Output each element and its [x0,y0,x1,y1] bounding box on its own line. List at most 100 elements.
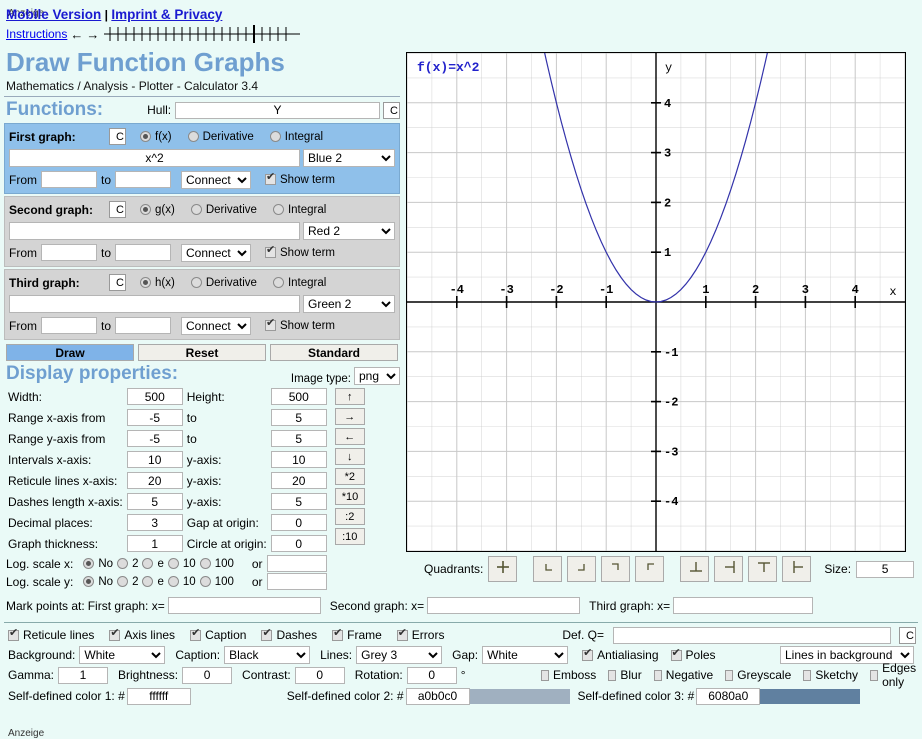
standard-button[interactable]: Standard [270,344,398,362]
log-y-radio-no[interactable] [83,576,95,588]
color3-input[interactable] [696,687,761,705]
range-x-to-input[interactable] [270,409,327,427]
defq-clear-button[interactable]: C [899,626,916,644]
log-y-radio-2[interactable] [117,576,129,588]
quadrant-all-button[interactable] [488,556,518,582]
third-graph-color-select[interactable]: Green 2 [303,295,395,314]
lines-color-select[interactable]: Grey 3 [356,646,443,664]
greyscale-checkbox[interactable] [725,669,734,681]
thickness-input[interactable] [126,535,183,553]
dashes-y-input[interactable] [270,493,327,511]
first-graph-from-input[interactable] [41,171,97,189]
quadrant-top-right-button[interactable] [601,556,631,582]
second-graph-connect-select[interactable]: Connect [181,243,252,262]
second-graph-show-term-checkbox[interactable] [265,245,277,259]
first-graph-show-term-checkbox[interactable] [265,172,277,186]
second-graph-radio-gx[interactable] [140,204,151,216]
third-graph-connect-select[interactable]: Connect [181,316,252,335]
third-graph-radio-integral[interactable] [272,277,284,289]
first-graph-clear-button[interactable]: C [109,128,126,146]
background-select[interactable]: White [79,646,166,664]
first-graph-connect-select[interactable]: Connect [181,170,252,189]
rotation-input[interactable] [406,666,457,684]
sketchy-checkbox[interactable] [803,669,812,681]
first-graph-to-input[interactable] [115,171,172,189]
zoom-times2-button[interactable]: *2 [334,468,365,486]
brightness-input[interactable] [182,666,233,684]
antialiasing-checkbox[interactable] [582,648,594,661]
pan-up-button[interactable]: ↑ [334,388,365,406]
third-graph-to-input[interactable] [115,317,172,335]
log-x-other-input[interactable] [266,555,327,573]
caption-color-select[interactable]: Black [224,646,311,664]
range-x-from-input[interactable] [126,409,183,427]
second-graph-expression-input[interactable] [9,222,300,241]
second-graph-clear-button[interactable]: C [109,201,126,219]
third-graph-expression-input[interactable] [9,295,300,314]
third-graph-radio-derivative[interactable] [190,277,202,289]
zoom-div10-button[interactable]: :10 [334,528,365,546]
gap-origin-input[interactable] [270,514,327,532]
axis-lines-checkbox[interactable] [109,628,121,641]
emboss-checkbox[interactable] [540,669,549,681]
pan-left-button[interactable]: ← [334,428,365,446]
graph-size-input[interactable] [856,560,915,578]
first-graph-expression-input[interactable] [9,149,300,168]
hull-clear-button[interactable]: C [383,101,400,119]
log-y-radio-e[interactable] [142,576,154,588]
reticule-x-input[interactable] [126,472,183,490]
width-input[interactable] [126,388,183,406]
reset-button[interactable]: Reset [138,344,266,362]
quadrant-lower-half-button[interactable] [748,556,778,582]
pan-down-button[interactable]: ↓ [334,448,365,466]
arrow-left-icon[interactable]: ← [70,28,83,41]
first-graph-color-select[interactable]: Blue 2 [303,149,395,168]
contrast-input[interactable] [294,666,345,684]
hull-input[interactable] [175,101,380,119]
first-graph-radio-derivative[interactable] [187,131,199,143]
negative-checkbox[interactable] [653,669,662,681]
log-x-radio-2[interactable] [117,558,129,570]
arrow-right-icon[interactable]: → [86,28,99,41]
first-graph-radio-integral[interactable] [269,131,281,143]
range-y-from-input[interactable] [126,430,183,448]
draw-button[interactable]: Draw [6,344,134,362]
second-graph-to-input[interactable] [115,244,172,262]
image-type-select[interactable]: png [354,367,400,386]
link-instructions[interactable]: Instructions [6,27,67,41]
height-input[interactable] [270,388,327,406]
poles-checkbox[interactable] [670,648,682,661]
quadrant-bottom-right-button[interactable] [567,556,597,582]
mark-second-input[interactable] [427,597,581,614]
second-graph-radio-integral[interactable] [272,204,284,216]
log-y-other-input[interactable] [266,573,327,591]
mark-third-input[interactable] [673,597,814,614]
edges-only-checkbox[interactable] [870,669,879,681]
gap-color-select[interactable]: White [482,646,569,664]
color1-input[interactable] [126,687,191,705]
second-graph-radio-derivative[interactable] [190,204,202,216]
intervals-x-input[interactable] [126,451,183,469]
link-mobile-version[interactable]: Mobile Version [6,7,101,22]
third-graph-radio-hx[interactable] [140,277,151,289]
third-graph-clear-button[interactable]: C [109,274,126,292]
quadrant-top-left-button[interactable] [635,556,665,582]
dashes-checkbox[interactable] [261,628,273,641]
defq-input[interactable] [613,626,891,644]
errors-checkbox[interactable] [396,628,408,641]
log-x-radio-10[interactable] [167,558,179,570]
first-graph-radio-fx[interactable] [140,131,151,143]
log-x-radio-100[interactable] [199,558,211,570]
log-y-radio-100[interactable] [199,576,211,588]
second-graph-color-select[interactable]: Red 2 [303,222,395,241]
scale-slider[interactable] [102,25,302,44]
color2-input[interactable] [405,687,470,705]
range-y-to-input[interactable] [270,430,327,448]
circle-origin-input[interactable] [270,535,327,553]
quadrant-left-half-button[interactable] [714,556,744,582]
zoom-div2-button[interactable]: :2 [334,508,365,526]
blur-checkbox[interactable] [608,669,617,681]
quadrant-bottom-left-button[interactable] [533,556,563,582]
gamma-input[interactable] [58,666,109,684]
third-graph-show-term-checkbox[interactable] [265,318,277,332]
